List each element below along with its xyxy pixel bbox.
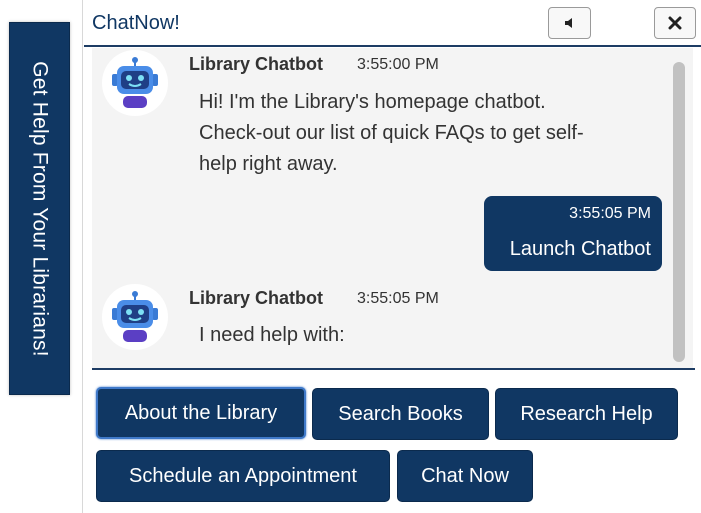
bot-message-line: Hi! I'm the Library's homepage chatbot. <box>199 91 546 113</box>
bot-message-text: Hi! I'm the Library's homepage chatbot. … <box>199 87 669 180</box>
message-scrollbar[interactable] <box>671 62 685 362</box>
close-icon <box>668 16 682 30</box>
close-button[interactable] <box>654 7 696 39</box>
side-tab-container: Get Help From Your Librarians! <box>0 0 83 513</box>
quick-reply-research-help[interactable]: Research Help <box>495 388 678 440</box>
bot-name: Library Chatbot <box>189 54 324 74</box>
quick-reply-schedule-appointment[interactable]: Schedule an Appointment <box>96 450 390 502</box>
message-timestamp: 3:55:05 PM <box>357 290 439 307</box>
quick-reply-about-library[interactable]: About the Library <box>96 387 306 439</box>
get-help-tab-label: Get Help From Your Librarians! <box>28 60 52 357</box>
bot-message-line: Check-out our list of quick FAQs to get … <box>199 122 584 144</box>
bot-message-line: I need help with: <box>199 324 345 346</box>
sound-toggle-button[interactable] <box>548 7 591 39</box>
bot-message-text: I need help with: <box>199 320 669 351</box>
user-message-text: Launch Chatbot <box>509 238 651 260</box>
chat-title: ChatNow! <box>92 12 180 34</box>
bot-avatar <box>102 284 168 350</box>
robot-icon <box>112 57 158 108</box>
message-timestamp: 3:55:05 PM <box>569 205 651 222</box>
chat-header: ChatNow! <box>84 0 701 47</box>
messages-divider <box>92 368 695 370</box>
bot-name: Library Chatbot <box>189 288 324 308</box>
get-help-tab[interactable]: Get Help From Your Librarians! <box>9 22 70 395</box>
message-timestamp: 3:55:00 PM <box>357 56 439 73</box>
bot-message-line: help right away. <box>199 153 338 175</box>
robot-icon <box>112 291 158 342</box>
user-message-bubble: 3:55:05 PM Launch Chatbot <box>484 196 662 271</box>
scrollbar-thumb[interactable] <box>673 62 685 362</box>
quick-reply-chat-now[interactable]: Chat Now <box>397 450 533 502</box>
bot-avatar <box>102 50 168 116</box>
chat-panel: ChatNow! Library Chatbot 3:55:00 PM Hi! … <box>84 0 701 513</box>
message-list[interactable]: Library Chatbot 3:55:00 PM Hi! I'm the L… <box>92 48 693 369</box>
quick-reply-search-books[interactable]: Search Books <box>312 388 489 440</box>
speaker-icon <box>564 18 572 28</box>
